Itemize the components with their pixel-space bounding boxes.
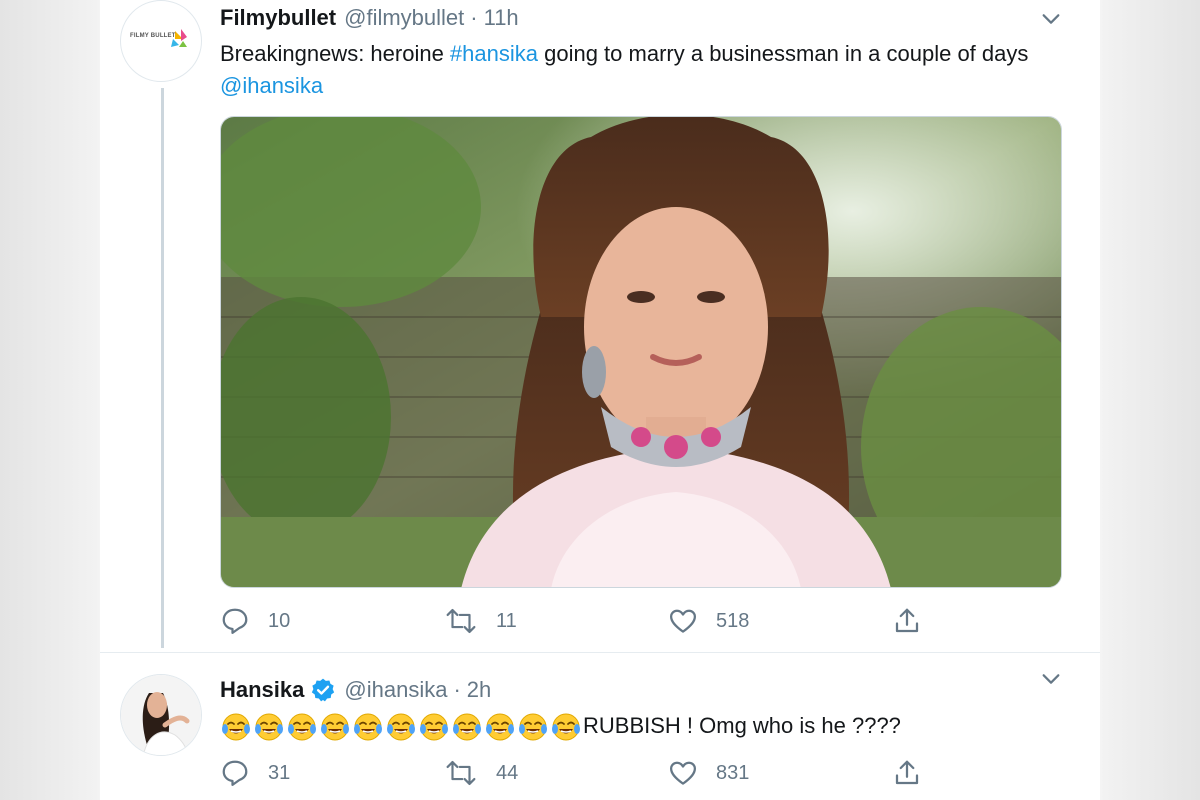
- filmybullet-logo-icon: [171, 29, 187, 47]
- laughing-emoji-icon: [354, 713, 382, 741]
- laughing-emoji-icon: [387, 713, 415, 741]
- verified-badge: [310, 677, 336, 703]
- header-separator: ·: [470, 5, 478, 30]
- display-name[interactable]: Filmybullet: [220, 5, 336, 31]
- laughing-emoji-icon: [255, 713, 283, 741]
- reply-button[interactable]: 31: [220, 758, 444, 788]
- laughing-emoji-icon: [222, 713, 250, 741]
- reply-count: 10: [268, 609, 291, 632]
- laughing-emoji-icon: [321, 713, 349, 741]
- user-handle[interactable]: @filmybullet: [344, 5, 464, 31]
- tweet-actions: 10 11 518: [220, 606, 940, 636]
- laughing-emoji-icon: [288, 713, 316, 741]
- mention-link[interactable]: @ihansika: [220, 73, 323, 98]
- retweet-button[interactable]: 44: [444, 758, 668, 788]
- reply-count: 31: [268, 761, 291, 784]
- profile-photo-icon: [121, 675, 201, 755]
- like-count: 518: [716, 609, 750, 632]
- share-button[interactable]: [892, 758, 940, 788]
- heart-icon: [670, 761, 696, 785]
- chevron-down-icon[interactable]: [1040, 668, 1062, 690]
- tweet-timestamp[interactable]: 11h: [484, 5, 519, 31]
- tweet-header: Filmybullet @filmybullet · 11h: [220, 0, 1080, 36]
- avatar-filmybullet[interactable]: FILMY BULLET: [120, 0, 202, 82]
- retweet-icon: [446, 608, 476, 634]
- laughing-emoji-icon: [552, 713, 580, 741]
- tweet-filmybullet[interactable]: FILMY BULLET Filmybullet @filmybullet · …: [120, 0, 1080, 650]
- chevron-down-icon[interactable]: [1040, 8, 1062, 30]
- tweet-text-part: Breakingnews: heroine: [220, 41, 450, 66]
- reply-button[interactable]: 10: [220, 606, 444, 636]
- hashtag-link[interactable]: #hansika: [450, 41, 538, 66]
- tweet-divider: [100, 652, 1100, 653]
- avatar-hansika[interactable]: [120, 674, 202, 756]
- retweet-icon: [446, 760, 476, 786]
- retweet-count: 44: [496, 761, 519, 784]
- reply-icon: [222, 608, 248, 634]
- user-handle[interactable]: @ihansika: [344, 677, 447, 703]
- laughing-emoji-icon: [453, 713, 481, 741]
- retweet-count: 11: [496, 609, 517, 632]
- like-count: 831: [716, 761, 750, 784]
- laughing-emoji-icon: [486, 713, 514, 741]
- reply-icon: [222, 760, 248, 786]
- laughing-emoji-icon: [420, 713, 448, 741]
- avatar-logo-text: FILMY BULLET: [130, 33, 176, 39]
- share-button[interactable]: [892, 606, 940, 636]
- share-icon: [895, 760, 919, 785]
- tweet-text-part: going to marry a businessman in a couple…: [538, 41, 1029, 66]
- display-name[interactable]: Hansika: [220, 677, 304, 703]
- laughing-emoji-icon: [519, 713, 547, 741]
- tweet-media-photo[interactable]: [220, 116, 1062, 588]
- like-button[interactable]: 518: [668, 606, 892, 636]
- tweet-text: Breakingnews: heroine #hansika going to …: [220, 38, 1080, 102]
- tweet-text: RUBBISH ! Omg who is he ????: [220, 710, 1080, 742]
- retweet-button[interactable]: 11: [444, 606, 668, 636]
- header-separator: ·: [453, 677, 461, 702]
- laughing-emoji-row: [220, 712, 583, 742]
- tweet-body: Filmybullet @filmybullet · 11h Breakingn…: [220, 0, 1080, 634]
- photo-woman-portrait: [221, 117, 1061, 587]
- tweet-text-part: RUBBISH ! Omg who is he ????: [583, 713, 901, 738]
- tweet-hansika[interactable]: Hansika @ihansika · 2h RUBBISH ! Omg who…: [120, 660, 1080, 800]
- like-button[interactable]: 831: [668, 758, 892, 788]
- share-icon: [895, 608, 919, 633]
- tweet-body: Hansika @ihansika · 2h RUBBISH ! Omg who…: [220, 660, 1080, 786]
- tweet-timestamp[interactable]: 2h: [467, 677, 491, 703]
- heart-icon: [670, 609, 696, 633]
- verified-icon: [312, 678, 335, 702]
- tweet-actions: 31 44 831: [220, 758, 940, 788]
- tweet-header: Hansika @ihansika · 2h: [220, 672, 1080, 708]
